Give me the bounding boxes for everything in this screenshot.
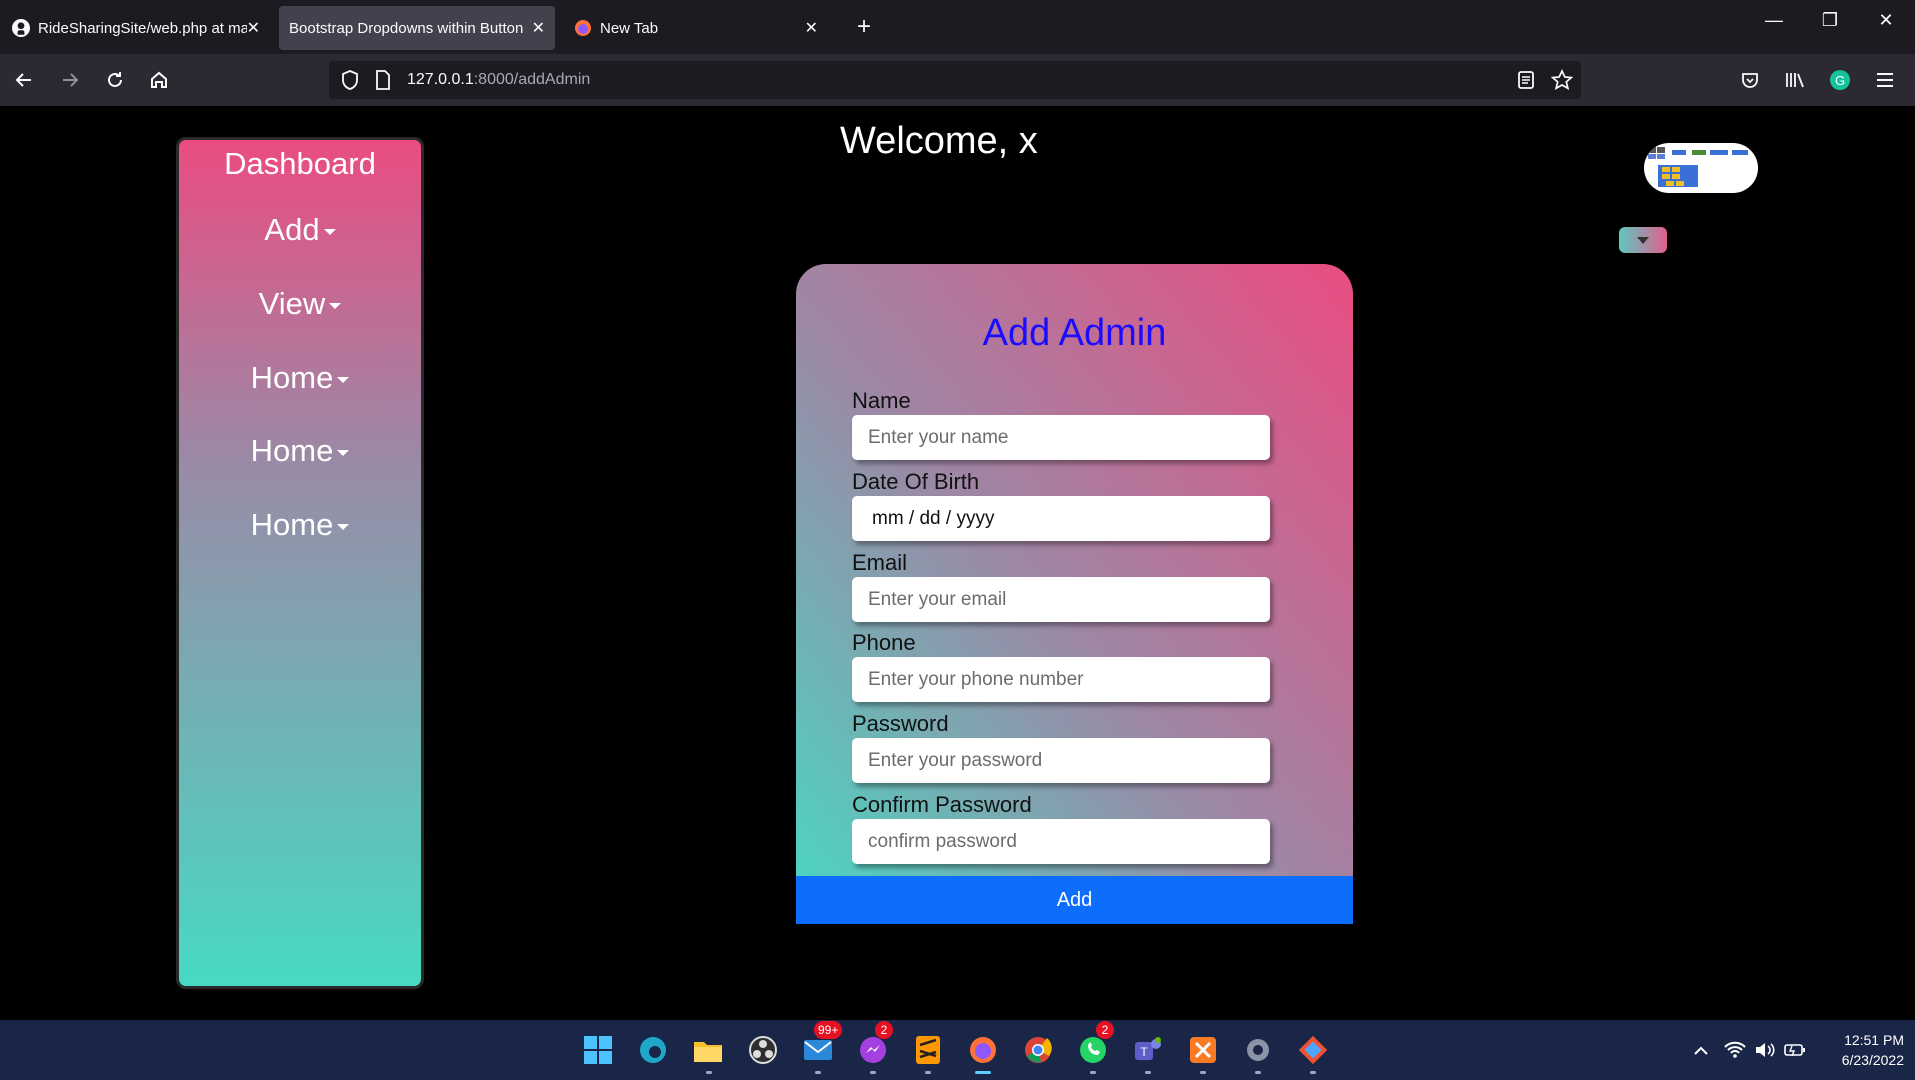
confirm-password-label: Confirm Password [852, 792, 1032, 817]
bookmark-star-icon[interactable] [1550, 68, 1574, 96]
wifi-icon[interactable] [1722, 1032, 1748, 1068]
taskbar: 99+ 2 2 T 12:51 PM 6/23/2022 [0, 1020, 1915, 1080]
caret-down-icon [1637, 236, 1649, 244]
github-icon [12, 19, 30, 37]
taskbar-indicator [1090, 1071, 1096, 1074]
phone-label: Phone [852, 630, 916, 655]
whatsapp-badge: 2 [1096, 1021, 1114, 1039]
tab-title: New Tab [600, 19, 659, 37]
start-icon[interactable] [580, 1032, 616, 1068]
tab-new-tab[interactable]: New Tab ✕ [564, 6, 828, 50]
reload-icon[interactable] [101, 66, 129, 94]
password-input[interactable] [852, 738, 1270, 783]
volume-icon[interactable] [1752, 1032, 1778, 1068]
add-admin-form: Add Admin Name Date Of Birth mm / dd / y… [796, 264, 1353, 924]
dob-input[interactable]: mm / dd / yyyy [852, 496, 1270, 541]
dob-value: mm / dd / yyyy [872, 508, 995, 529]
firefox-icon[interactable] [965, 1032, 1001, 1068]
messenger-badge: 2 [875, 1021, 893, 1039]
caret-down-icon [337, 376, 350, 383]
teams-icon[interactable]: T [1130, 1032, 1166, 1068]
minimize-icon[interactable]: — [1754, 10, 1794, 31]
restore-icon[interactable]: ❐ [1810, 10, 1850, 31]
reader-view-icon[interactable] [1517, 70, 1535, 95]
add-button[interactable]: Add [796, 876, 1353, 924]
sidebar-item-home[interactable]: Home [179, 433, 421, 469]
sidebar-item-add[interactable]: Add [179, 212, 421, 248]
forward-icon[interactable] [56, 66, 84, 94]
tab-bootstrap[interactable]: Bootstrap Dropdowns within Button ✕ [279, 6, 555, 50]
email-input[interactable] [852, 577, 1270, 622]
git-icon[interactable] [1295, 1032, 1331, 1068]
close-icon[interactable]: ✕ [805, 18, 818, 38]
back-icon[interactable] [10, 66, 38, 94]
new-tab-button[interactable]: + [852, 12, 876, 42]
taskbar-indicator [706, 1071, 712, 1074]
page-content: Dashboard Add View Home Home Home Welcom… [0, 106, 1915, 1020]
close-icon[interactable]: ✕ [532, 18, 545, 38]
name-label: Name [852, 388, 911, 413]
settings-gear-icon[interactable] [1240, 1032, 1276, 1068]
pocket-icon[interactable] [1736, 66, 1764, 94]
edge-icon[interactable] [635, 1032, 671, 1068]
close-window-icon[interactable]: ✕ [1866, 10, 1906, 31]
grammarly-icon[interactable]: G [1826, 66, 1854, 94]
caret-down-icon [337, 449, 350, 456]
obs-icon[interactable] [745, 1032, 781, 1068]
welcome-heading: Welcome, x [840, 120, 1038, 162]
taskbar-indicator [1255, 1071, 1261, 1074]
taskbar-indicator [925, 1071, 931, 1074]
taskbar-indicator [870, 1071, 876, 1074]
dob-label: Date Of Birth [852, 469, 980, 494]
confirm-password-input[interactable] [852, 819, 1270, 864]
floating-thumbnail[interactable] [1644, 143, 1758, 193]
firefox-icon [574, 19, 592, 37]
shield-icon[interactable] [341, 70, 359, 95]
name-input[interactable] [852, 415, 1270, 460]
clock-time: 12:51 PM [1844, 1032, 1904, 1048]
taskbar-indicator [815, 1071, 821, 1074]
tab-github[interactable]: RideSharingSite/web.php at ma ✕ [2, 6, 270, 50]
sidebar-item-home[interactable]: Home [179, 360, 421, 396]
sidebar-title: Dashboard [224, 146, 376, 181]
address-bar[interactable]: 127.0.0.1:8000/addAdmin [329, 61, 1581, 99]
tab-title: Bootstrap Dropdowns within Button [289, 19, 524, 37]
close-icon[interactable]: ✕ [247, 18, 260, 38]
caret-down-icon [329, 302, 342, 309]
taskbar-indicator [1200, 1071, 1206, 1074]
floating-dropdown-toggle[interactable] [1619, 227, 1667, 253]
taskbar-active-indicator [975, 1071, 991, 1074]
system-clock[interactable]: 12:51 PM 6/23/2022 [1820, 1030, 1904, 1070]
svg-text:G: G [1835, 73, 1845, 88]
password-label: Password [852, 711, 949, 736]
svg-text:T: T [1140, 1045, 1148, 1059]
clock-date: 6/23/2022 [1841, 1052, 1904, 1068]
sidebar-item-view[interactable]: View [179, 286, 421, 322]
caret-down-icon [323, 228, 336, 235]
library-icon[interactable] [1781, 66, 1809, 94]
home-icon[interactable] [145, 66, 173, 94]
browser-tab-bar: RideSharingSite/web.php at ma ✕ Bootstra… [0, 0, 1915, 54]
tab-title: RideSharingSite/web.php at ma [38, 19, 247, 37]
form-title: Add Admin [982, 312, 1167, 354]
chrome-icon[interactable] [1020, 1032, 1056, 1068]
chevron-up-icon[interactable] [1688, 1032, 1714, 1068]
browser-nav-bar: 127.0.0.1:8000/addAdmin G [0, 54, 1915, 106]
caret-down-icon [337, 523, 350, 530]
sidebar: Dashboard Add View Home Home Home [176, 137, 424, 989]
sublime-icon[interactable] [910, 1032, 946, 1068]
xampp-icon[interactable] [1185, 1032, 1221, 1068]
url-text[interactable]: 127.0.0.1:8000/addAdmin [407, 71, 590, 89]
battery-icon[interactable] [1782, 1032, 1808, 1068]
mail-badge: 99+ [814, 1021, 843, 1039]
menu-icon[interactable] [1871, 66, 1899, 94]
email-label: Email [852, 550, 908, 575]
phone-input[interactable] [852, 657, 1270, 702]
sidebar-item-home[interactable]: Home [179, 507, 421, 543]
page-icon [375, 70, 391, 95]
taskbar-indicator [1145, 1071, 1151, 1074]
file-explorer-icon[interactable] [690, 1032, 726, 1068]
taskbar-indicator [1310, 1071, 1316, 1074]
